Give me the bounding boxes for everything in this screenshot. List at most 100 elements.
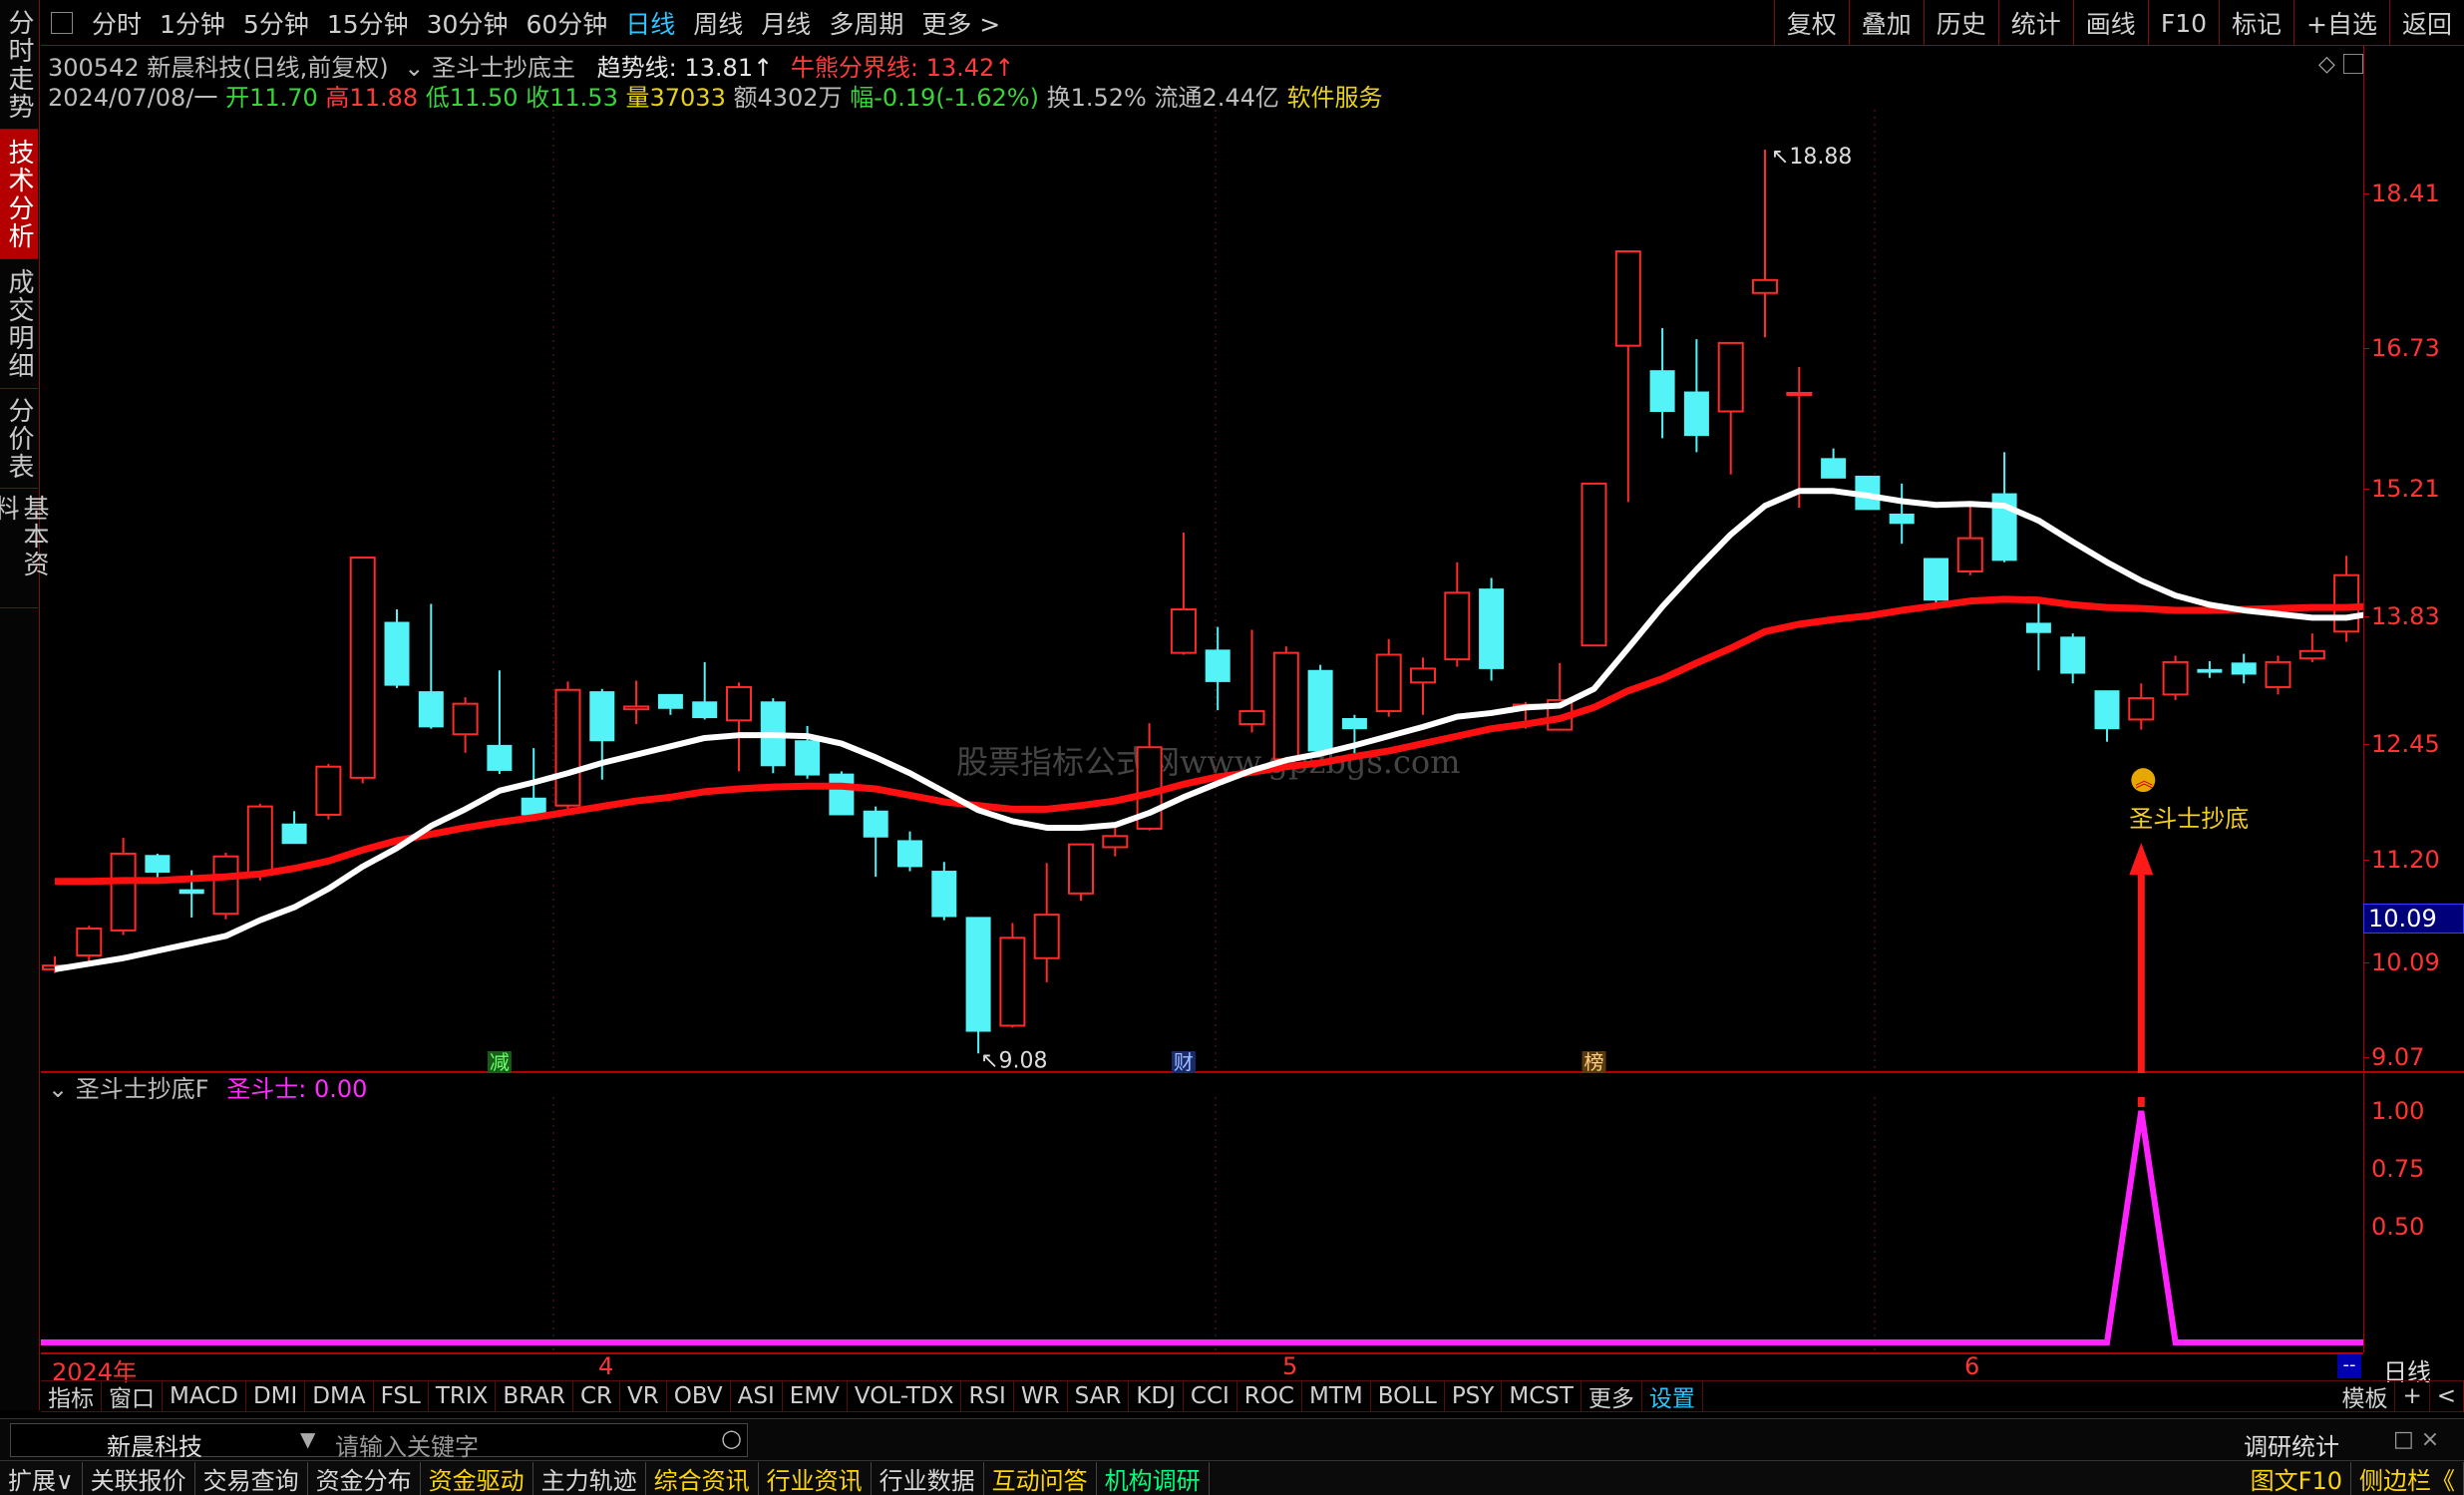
top-tool-2[interactable]: 叠加	[1848, 0, 1924, 46]
stock-search-box[interactable]: 新晨科技 ▼ 请输入关键字 ○	[10, 1423, 748, 1461]
candle	[657, 693, 683, 715]
top-tool-8[interactable]: +自选	[2293, 0, 2389, 46]
diamond-icon[interactable]: ◇	[2318, 52, 2335, 77]
indicator-tab-3[interactable]: MACD	[163, 1381, 246, 1411]
signal-line	[41, 1110, 2363, 1345]
bottom-right-link-1[interactable]: 图文F10	[2243, 1461, 2351, 1495]
period-label: 日线	[2383, 1358, 2431, 1386]
period-tab-4[interactable]: 15分钟	[318, 5, 418, 41]
search-placeholder[interactable]: 请输入关键字	[335, 1427, 479, 1462]
indicator-tab-19[interactable]: CCI	[1184, 1381, 1237, 1411]
indicator-tab-15[interactable]: RSI	[961, 1381, 1014, 1411]
indicator-tab-13[interactable]: EMV	[783, 1381, 848, 1411]
top-tool-6[interactable]: F10	[2147, 0, 2219, 46]
quote-date: 2024/07/08/一	[48, 84, 218, 112]
top-tool-7[interactable]: 标记	[2219, 0, 2293, 46]
top-tool-5[interactable]: 画线	[2072, 0, 2148, 46]
open-value: 11.70	[249, 84, 318, 112]
toggle-checkbox[interactable]	[51, 11, 73, 34]
search-icon[interactable]: ○	[721, 1424, 742, 1452]
indicator-tab-16[interactable]: WR	[1014, 1381, 1068, 1411]
period-tab-5[interactable]: 30分钟	[418, 5, 518, 41]
indicator-tab-4[interactable]: DMI	[246, 1381, 306, 1411]
low-label: 低	[425, 84, 450, 112]
indicator-tab-6[interactable]: FSL	[374, 1381, 429, 1411]
indicator-tab-11[interactable]: OBV	[667, 1381, 731, 1411]
bottom-link-1[interactable]: 扩展∨	[0, 1461, 83, 1495]
event-marker[interactable]: 减	[487, 1050, 512, 1073]
candle	[212, 852, 239, 920]
indicator-tab-5[interactable]: DMA	[305, 1381, 374, 1411]
axis-scroll-button[interactable]: --	[2337, 1354, 2361, 1378]
period-tab-6[interactable]: 60分钟	[517, 5, 616, 41]
left-tab-4[interactable]: 分价表	[0, 389, 38, 489]
candle	[1717, 341, 1744, 475]
bottom-link-2[interactable]: 关联报价	[83, 1461, 195, 1495]
bottom-right-link-2[interactable]: 侧边栏《	[2351, 1461, 2464, 1495]
indicator-tab-12[interactable]: ASI	[731, 1381, 783, 1411]
bottom-link-3[interactable]: 交易查询	[195, 1461, 308, 1495]
industry-link[interactable]: 软件服务	[1287, 84, 1383, 112]
indicator-tab-24[interactable]: MCST	[1502, 1381, 1582, 1411]
top-tool-1[interactable]: 复权	[1773, 0, 1849, 46]
event-marker[interactable]: 财	[1171, 1050, 1196, 1073]
indicator-tab-10[interactable]: VR	[620, 1381, 667, 1411]
indicator-tab-25[interactable]: 更多	[1582, 1381, 1642, 1412]
candle	[2094, 690, 2120, 742]
left-tab-2[interactable]: 技术分析	[0, 130, 38, 259]
period-tab-3[interactable]: 5分钟	[234, 5, 318, 41]
period-tab-7[interactable]: 日线	[616, 5, 684, 41]
indicator-tab-18[interactable]: KDJ	[1129, 1381, 1184, 1411]
bottom-links: 扩展∨ 关联报价 交易查询 资金分布 资金驱动 主力轨迹 综合资讯 行业资讯 行业数据 互动问答机…	[0, 1461, 1210, 1495]
bottom-link-6[interactable]: 主力轨迹	[533, 1461, 646, 1495]
indicator-tab-23[interactable]: PSY	[1445, 1381, 1503, 1411]
candle	[1752, 150, 1778, 338]
bottom-link-5[interactable]: 资金驱动	[421, 1461, 533, 1495]
indicator-tab-8[interactable]: BRAR	[496, 1381, 573, 1411]
indicator-tool-2[interactable]: +	[2395, 1381, 2430, 1411]
stock-terminal-window: 分时走势 技术分析 成交明细 分价表 基本资料 分时 1分钟 5分钟 15分钟 30分钟 60分钟…	[0, 0, 2464, 1495]
indicator-tab-7[interactable]: TRIX	[429, 1381, 497, 1411]
top-tool-4[interactable]: 统计	[1997, 0, 2073, 46]
period-tab-10[interactable]: 多周期	[820, 5, 912, 41]
bottom-link-4[interactable]: 资金分布	[308, 1461, 421, 1495]
left-tab-1[interactable]: 分时走势	[0, 0, 38, 130]
high-label: 高	[325, 84, 350, 112]
period-tab-9[interactable]: 月线	[752, 5, 820, 41]
indicator-tabs: 指标 窗口 MACD DMI DMA FSL TRIX BRAR CR VR OBV ASI EMV VO…	[41, 1381, 1703, 1412]
bottom-link-7[interactable]: 综合资讯	[646, 1461, 759, 1495]
top-tool-3[interactable]: 历史	[1923, 0, 1998, 46]
low-annotation: ↖9.08	[980, 1048, 1047, 1073]
bottom-link-8[interactable]: 行业资讯	[759, 1461, 872, 1495]
indicator-tab-14[interactable]: VOL-TDX	[848, 1381, 962, 1411]
indicator-tool-1[interactable]: 模板	[2334, 1381, 2396, 1412]
left-tab-3[interactable]: 成交明细	[0, 259, 38, 389]
candle	[1614, 250, 1641, 503]
candle	[281, 811, 307, 845]
high-annotation: ↖18.88	[1771, 145, 1852, 170]
indicator-tab-21[interactable]: MTM	[1302, 1381, 1371, 1411]
bottom-link-11[interactable]: 机构调研	[1097, 1461, 1210, 1495]
price-tick: 18.41	[2371, 179, 2440, 207]
indicator-tab-9[interactable]: CR	[573, 1381, 621, 1411]
event-marker[interactable]: 榜	[1582, 1050, 1606, 1073]
indicator-tab-17[interactable]: SAR	[1068, 1381, 1130, 1411]
left-tab-5[interactable]: 基本资料	[0, 489, 49, 608]
research-stats-label[interactable]: 调研统计	[2244, 1427, 2339, 1462]
maximize-icon[interactable]	[2343, 54, 2363, 74]
indicator-tool-3[interactable]: <	[2430, 1381, 2464, 1411]
window-controls-icon[interactable]: □ ×	[2393, 1427, 2439, 1452]
period-tab-2[interactable]: 1分钟	[151, 5, 234, 41]
bottom-link-9[interactable]: 行业数据	[872, 1461, 984, 1495]
indicator-tab-20[interactable]: ROC	[1237, 1381, 1302, 1411]
bottom-link-10[interactable]: 互动问答	[984, 1461, 1097, 1495]
top-tool-9[interactable]: 返回	[2388, 0, 2464, 46]
indicator-tab-22[interactable]: BOLL	[1371, 1381, 1445, 1411]
indicator-tab-2[interactable]: 窗口	[102, 1381, 163, 1412]
indicator-tab-1[interactable]: 指标	[41, 1381, 102, 1412]
indicator-tab-26[interactable]: 设置	[1642, 1381, 1703, 1412]
dropdown-icon[interactable]: ▼	[300, 1427, 315, 1451]
period-tab-8[interactable]: 周线	[684, 5, 752, 41]
period-tab-11[interactable]: 更多 >	[912, 5, 1009, 41]
period-tab-1[interactable]: 分时	[83, 5, 151, 41]
